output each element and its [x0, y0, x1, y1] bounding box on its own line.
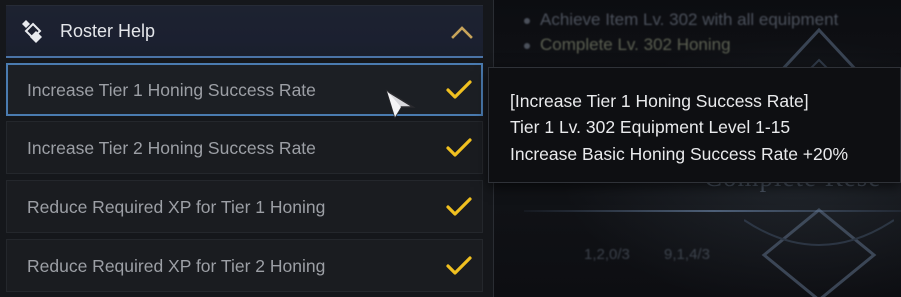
background-objective-text-2: Complete Lv. 302 Honing	[540, 35, 731, 54]
check-icon	[446, 256, 472, 275]
check-icon	[446, 197, 472, 216]
background-value: 1,2,0/3	[584, 246, 630, 263]
divider	[524, 210, 901, 212]
check-icon	[446, 80, 472, 99]
chevron-up-icon[interactable]	[450, 24, 474, 40]
roster-item-label: Increase Tier 1 Honing Success Rate	[27, 80, 316, 100]
honing-tooltip: [Increase Tier 1 Honing Success Rate] Ti…	[488, 67, 901, 183]
roster-item-label: Increase Tier 2 Honing Success Rate	[27, 138, 316, 158]
check-icon	[446, 138, 472, 157]
background-values: 1,2,0/3 9,1,4/3	[584, 246, 740, 263]
roster-item-tier2-xp[interactable]: Reduce Required XP for Tier 2 Honing	[6, 239, 483, 292]
roster-item-label: Reduce Required XP for Tier 1 Honing	[27, 197, 326, 217]
bullet-icon	[524, 17, 530, 24]
roster-help-panel: Roster Help Increase Tier 1 Honing Succe…	[0, 0, 494, 297]
tooltip-effect: Increase Basic Honing Success Rate +20%	[510, 144, 849, 164]
mouse-cursor-icon	[385, 89, 416, 119]
roster-item-label: Reduce Required XP for Tier 2 Honing	[27, 256, 326, 276]
tooltip-title: [Increase Tier 1 Honing Success Rate]	[510, 91, 809, 111]
roster-item-tier2-honing-rate[interactable]: Increase Tier 2 Honing Success Rate	[6, 121, 483, 174]
tooltip-requirement: Tier 1 Lv. 302 Equipment Level 1-15	[510, 117, 791, 137]
roster-help-header[interactable]: Roster Help	[6, 5, 483, 58]
background-objective-2: Complete Lv. 302 Honing	[524, 35, 731, 55]
roster-item-tier1-xp[interactable]: Reduce Required XP for Tier 1 Honing	[6, 180, 483, 233]
background-value: 9,1,4/3	[664, 246, 710, 263]
bullet-icon	[524, 42, 530, 49]
panel-title: Roster Help	[60, 21, 156, 41]
roster-help-icon	[22, 20, 42, 43]
